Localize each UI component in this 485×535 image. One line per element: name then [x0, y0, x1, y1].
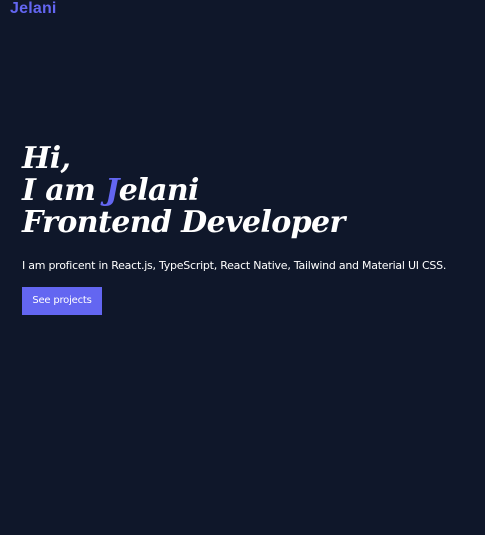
hero-name-initial: J — [105, 173, 119, 208]
hero-greeting: Hi, — [22, 141, 71, 176]
hero-name-rest: elani — [118, 173, 200, 208]
hero-section: Hi, I am Jelani Frontend Developer I am … — [22, 143, 472, 315]
hero-heading: Hi, I am Jelani Frontend Developer — [22, 143, 472, 239]
brand-logo-link[interactable]: Jelani — [10, 0, 57, 18]
see-projects-button[interactable]: See projects — [22, 287, 102, 315]
hero-description: I am proficent in React.js, TypeScript, … — [22, 259, 447, 272]
hero-intro-prefix: I am — [22, 173, 106, 208]
hero-role: Frontend Developer — [22, 205, 345, 240]
hero-intro-line: I am Jelani — [22, 175, 472, 207]
